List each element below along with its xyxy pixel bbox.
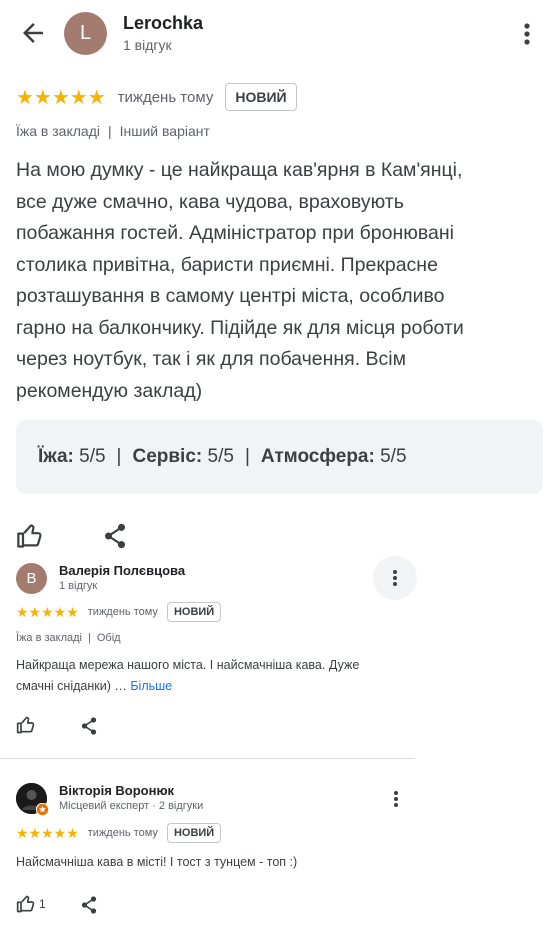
rating-row: ★★★★★ тиждень тому НОВИЙ [16,822,222,844]
share-icon[interactable] [80,895,98,915]
review-card: Вікторія Воронюк Місцевий експерт · 2 ві… [0,0,415,930]
review-text: Найсмачніша кава в місті! І тост з тунце… [16,855,298,869]
local-guide-badge-icon [36,803,49,816]
avatar[interactable] [16,783,49,816]
author-name[interactable]: Вікторія Воронюк [59,783,174,798]
star-rating: ★★★★★ [16,824,79,841]
like-count: 1 [39,897,46,911]
review-count: Місцевий експерт · 2 відгуки [59,800,204,812]
review-time: тиждень тому [87,827,158,839]
more-vert-icon[interactable] [516,21,538,47]
thumb-up-icon[interactable] [16,894,36,914]
more-vert-icon[interactable] [392,790,400,808]
new-badge: НОВИЙ [166,823,222,843]
